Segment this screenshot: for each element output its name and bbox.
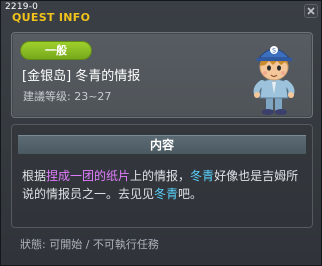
quest-summary-panel: 一般 [金银岛] 冬青的情报 建議等级: 23~27 S	[11, 32, 313, 118]
npc-highlight: 冬青	[154, 187, 179, 201]
quest-name: [金银岛] 冬青的情报	[22, 69, 141, 84]
item-highlight: 捏成一团的纸片	[46, 169, 131, 183]
quest-status: 狀態: 可開始 / 不可執行任務	[20, 238, 159, 251]
description-text: 上的情报，	[130, 169, 191, 183]
npc-highlight: 冬青	[190, 169, 215, 183]
close-icon	[307, 7, 315, 15]
content-header: 内容	[18, 135, 306, 154]
description-text: 根据	[22, 169, 47, 183]
svg-text:S: S	[272, 48, 276, 55]
description-text: 吧。	[178, 187, 203, 201]
window-title: QUEST INFO	[12, 11, 91, 24]
npc-boy-blue-cap-icon: S	[253, 46, 295, 115]
quest-description: 根据捏成一团的纸片上的情报，冬青好像也是吉姆所说的情报员之一。去见见冬青吧。	[22, 167, 306, 203]
category-badge: 一般	[21, 42, 91, 59]
quest-info-window: 2219-0 QUEST INFO 一般 [金银岛] 冬青的情报 建議等级: 2…	[0, 0, 322, 266]
quest-content-panel: 内容 根据捏成一团的纸片上的情报，冬青好像也是吉姆所说的情报员之一。去见见冬青吧…	[11, 124, 313, 228]
level-range: 建議等级: 23~27	[23, 90, 112, 103]
close-button[interactable]	[304, 4, 318, 18]
